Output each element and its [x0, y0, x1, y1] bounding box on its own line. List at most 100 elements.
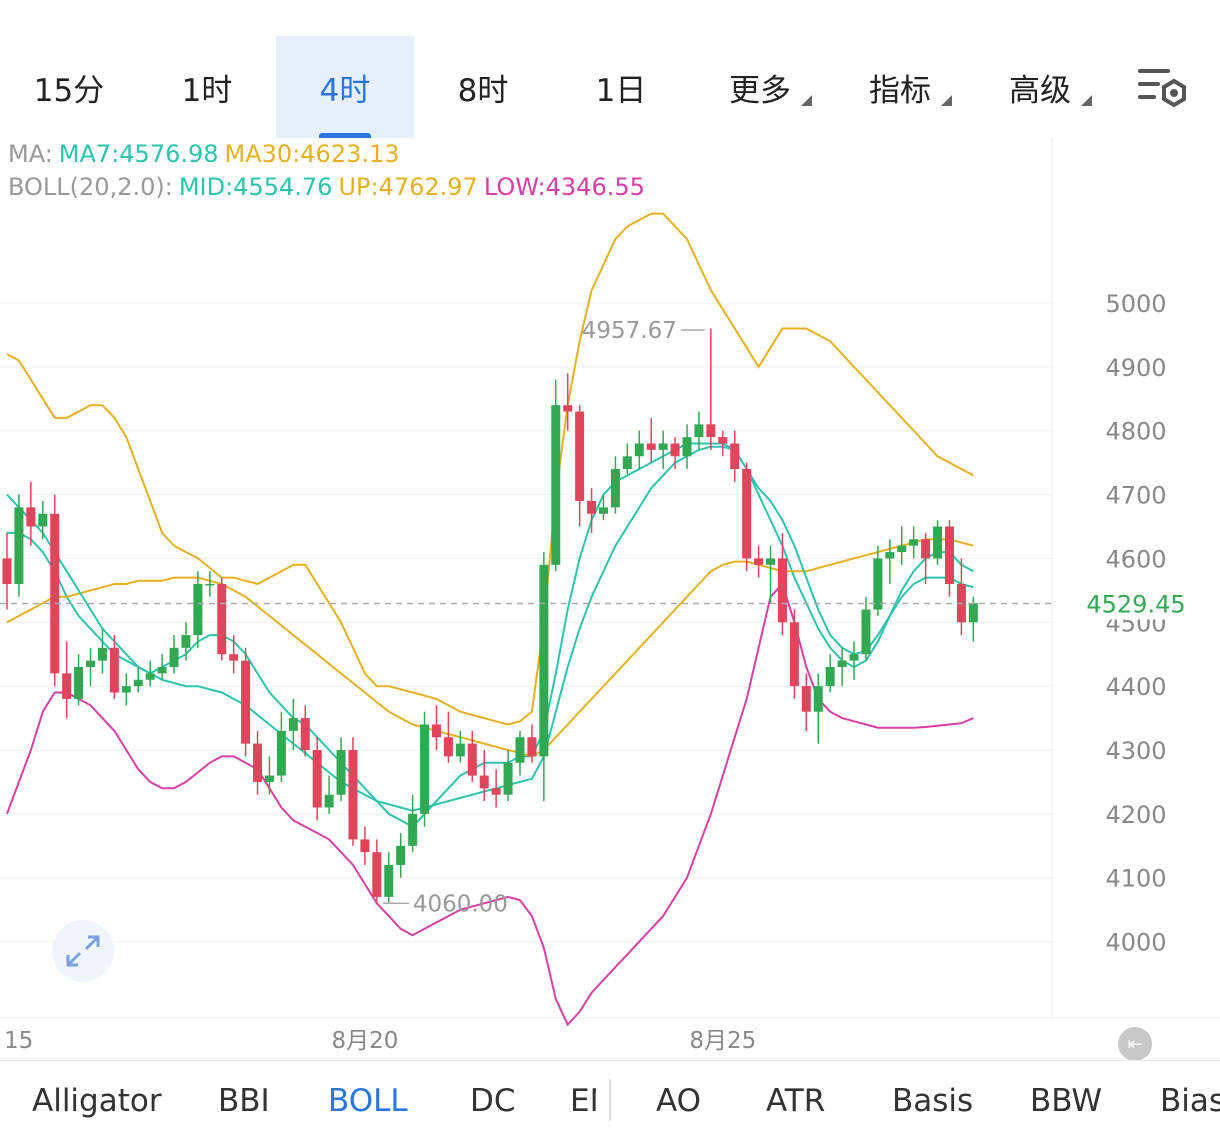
candle-body — [515, 737, 525, 763]
indicator-label: Bias — [1160, 1082, 1220, 1119]
candle-body — [933, 526, 943, 559]
indicator-label: BBI — [218, 1082, 270, 1119]
candle-body — [121, 686, 131, 693]
indicator-bar: Alligator BBI BOLL DC EMA AO ATR Basis B… — [0, 1060, 1220, 1140]
tab-label: 8时 — [457, 72, 509, 109]
candle-body — [527, 737, 537, 757]
dropdown-label: 指标 — [869, 72, 931, 109]
indicator-label: AO — [656, 1082, 702, 1119]
candle-body — [38, 513, 48, 527]
timeframe-tabs: 15分 1时 4时 8时 1日 更多 指标 高级 — [0, 36, 1220, 138]
y-tick-label: 4600 — [1105, 545, 1166, 573]
indicator-bbi[interactable]: BBI — [218, 1061, 270, 1140]
candle-body — [372, 852, 382, 897]
dropdown-advanced[interactable]: 高级 — [970, 36, 1110, 138]
indicator-boll[interactable]: BOLL — [328, 1061, 408, 1140]
candle-body — [50, 513, 60, 674]
candle-body — [491, 788, 501, 795]
candle-body — [479, 775, 489, 789]
candle-body — [634, 443, 644, 457]
indicator-dc[interactable]: DC — [470, 1061, 516, 1140]
expand-icon — [66, 935, 100, 967]
candle-body — [503, 762, 513, 795]
candle-body — [777, 558, 787, 623]
tab-label: 1时 — [181, 72, 233, 109]
candle-body — [539, 564, 549, 757]
candle-body — [861, 609, 871, 655]
candle-body — [264, 775, 274, 782]
candle-body — [813, 686, 823, 712]
tab-15m[interactable]: 15分 — [0, 36, 138, 138]
indicator-label: EMA — [570, 1082, 596, 1119]
indicator-bbw[interactable]: BBW — [1030, 1061, 1102, 1140]
indicator-label: Alligator — [32, 1082, 162, 1119]
indicator-label: DC — [470, 1082, 516, 1119]
y-tick-label: 4800 — [1105, 418, 1166, 446]
y-tick-label: 4100 — [1105, 865, 1166, 893]
candle-body — [133, 679, 143, 687]
dropdown-triangle-icon — [941, 95, 952, 106]
candle-body — [646, 443, 656, 450]
candle-body — [742, 469, 752, 559]
candle-body — [849, 654, 859, 661]
indicator-ema[interactable]: EMA — [570, 1061, 596, 1140]
candle-body — [622, 456, 632, 470]
dropdown-indicators[interactable]: 指标 — [830, 36, 970, 138]
tab-label: 1日 — [595, 72, 647, 109]
indicator-label: Basis — [892, 1082, 974, 1119]
candle-body — [455, 743, 465, 757]
candle-body — [718, 437, 728, 444]
candle-body — [944, 526, 954, 584]
candle-body — [324, 794, 334, 808]
candle-body — [730, 443, 740, 470]
y-tick-label: 4300 — [1105, 737, 1166, 765]
indicator-ao[interactable]: AO — [656, 1061, 701, 1140]
candle-body — [253, 743, 263, 782]
indicator-alligator[interactable]: Alligator — [32, 1061, 162, 1140]
scroll-left-icon: ⇤ — [1127, 1033, 1143, 1055]
candle-body — [658, 443, 668, 450]
candle-body — [587, 500, 597, 514]
candle-body — [312, 750, 322, 808]
tab-1d[interactable]: 1日 — [552, 36, 690, 138]
candle-body — [873, 558, 883, 610]
candle-body — [897, 545, 907, 553]
expand-chart-button[interactable] — [52, 920, 114, 982]
candle-body — [706, 424, 716, 438]
candle-body — [217, 583, 227, 655]
x-tick-label: 15 — [4, 1028, 33, 1054]
candle-body — [14, 507, 24, 584]
dropdown-triangle-icon — [1081, 95, 1092, 106]
tab-8h[interactable]: 8时 — [414, 36, 552, 138]
tab-1h[interactable]: 1时 — [138, 36, 276, 138]
dropdown-label: 更多 — [729, 72, 791, 109]
candle-body — [336, 750, 346, 795]
candlestick-chart[interactable]: 4000410042004300440045004600470048004900… — [0, 138, 1220, 1060]
candle-body — [169, 647, 179, 668]
candle-body — [789, 622, 799, 687]
tab-label: 4时 — [319, 72, 371, 109]
candle-body — [431, 724, 441, 738]
indicator-label: BOLL — [328, 1082, 408, 1119]
candle-body — [766, 558, 776, 565]
y-tick-label: 4200 — [1105, 801, 1166, 829]
indicator-bias[interactable]: Bias — [1160, 1061, 1220, 1140]
indicator-basis[interactable]: Basis — [892, 1061, 973, 1140]
candle-body — [86, 660, 96, 668]
candle-body — [754, 558, 764, 565]
candle-body — [909, 539, 919, 546]
candle-body — [396, 845, 406, 865]
series-line-boll-low — [6, 582, 974, 1027]
y-tick-label: 4700 — [1105, 482, 1166, 510]
chart-settings-icon[interactable] — [1136, 66, 1190, 110]
scroll-to-latest-button[interactable]: ⇤ — [1118, 1027, 1152, 1061]
indicator-atr[interactable]: ATR — [766, 1061, 825, 1140]
x-tick-label: 8月25 — [689, 1028, 756, 1054]
dropdown-more[interactable]: 更多 — [690, 36, 830, 138]
candle-body — [968, 603, 978, 623]
candle-body — [26, 507, 36, 527]
candle-body — [575, 411, 585, 501]
candle-body — [288, 718, 298, 731]
tab-4h[interactable]: 4时 — [276, 36, 414, 138]
candle-body — [551, 405, 561, 565]
